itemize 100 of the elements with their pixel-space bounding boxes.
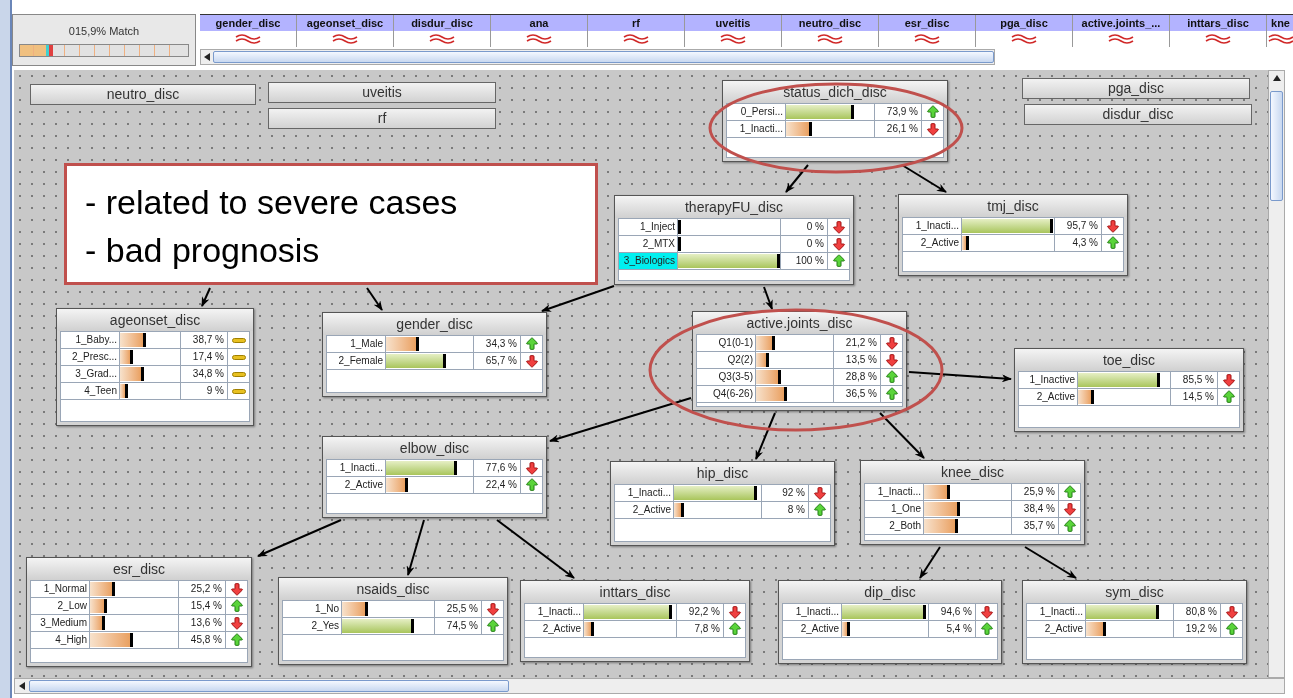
arrow-left-icon[interactable] — [204, 53, 210, 61]
probability-value: 17,4 % — [191, 350, 225, 364]
probability-value: 36,5 % — [844, 387, 878, 401]
node-title: active.joints_disc — [693, 312, 906, 334]
collapsed-node[interactable]: rf — [268, 108, 496, 129]
scrollbar[interactable] — [200, 49, 995, 65]
scrollbar-thumb[interactable] — [29, 680, 509, 692]
arrow — [785, 164, 809, 193]
probability-value: 15,4 % — [189, 599, 223, 613]
probability-value: 8 % — [786, 503, 806, 517]
node-title: ageonset_disc — [57, 309, 253, 331]
column-header[interactable]: active.joints_... — [1073, 15, 1169, 31]
node-card[interactable]: knee_disc 1_Inacti... 25,9 % 1_One 38,4 % 2_Both 35,7 % — [860, 460, 1085, 545]
scrollbar[interactable] — [14, 678, 1285, 694]
arrow — [901, 164, 947, 193]
probability-value: 92,2 % — [687, 605, 721, 619]
node-title: tmj_disc — [899, 195, 1127, 217]
wave-icon — [817, 34, 843, 44]
probability-value: 0 % — [805, 237, 825, 251]
column-header[interactable]: inttars_disc — [1170, 15, 1266, 31]
node-card[interactable]: esr_disc 1_Normal 25,2 % 2_Low 15,4 % 3_Medium 13,6 % 4_High 45,8 % — [26, 557, 252, 667]
probability-value: 9 % — [205, 384, 225, 398]
node-card[interactable]: tmj_disc 1_Inacti... 95,7 % 2_Active 4,3 % — [898, 194, 1128, 276]
node-card[interactable]: elbow_disc 1_Inacti... 77,6 % 2_Active 22,4 % — [322, 436, 547, 518]
probability-value: 7,8 % — [693, 622, 721, 636]
wave-icon — [526, 34, 552, 44]
probability-value: 34,3 % — [484, 337, 518, 351]
column-header[interactable]: gender_disc — [200, 15, 296, 31]
probability-value: 77,6 % — [484, 461, 518, 475]
arrow-up-icon[interactable] — [1272, 75, 1281, 81]
node-title: toe_disc — [1015, 349, 1243, 371]
scrollbar-thumb[interactable] — [213, 51, 994, 63]
wave-icon — [623, 34, 649, 44]
scrollbar[interactable] — [1268, 70, 1285, 678]
arrow-left-icon[interactable] — [19, 682, 25, 690]
node-card[interactable]: gender_disc 1_Male 34,3 % 2_Female 65,7 % — [322, 312, 547, 397]
node-card[interactable]: nsaids_disc 1_No 25,5 % 2_Yes 74,5 % — [278, 577, 508, 665]
probability-value: 28,8 % — [844, 370, 878, 384]
wave-icon — [235, 34, 261, 44]
arrow — [919, 546, 941, 579]
probability-value: 25,9 % — [1022, 485, 1056, 499]
probability-value: 95,7 % — [1065, 219, 1099, 233]
collapsed-node[interactable]: uveitis — [268, 82, 496, 103]
node-title: elbow_disc — [323, 437, 546, 459]
column-header[interactable]: uveitis — [685, 15, 781, 31]
node-title: gender_disc — [323, 313, 546, 335]
column-header[interactable]: kne — [1267, 15, 1293, 31]
scrollbar-thumb[interactable] — [1270, 91, 1283, 201]
node-card[interactable]: dip_disc 1_Inacti... 94,6 % 2_Active 5,4 % — [778, 580, 1002, 664]
wave-icon — [1011, 34, 1037, 44]
callout-text: - bad prognosis — [85, 230, 321, 271]
probability-value: 25,5 % — [445, 602, 479, 616]
column-header[interactable]: pga_disc — [976, 15, 1072, 31]
probability-value: 100 % — [794, 254, 825, 268]
probability-value: 34,8 % — [191, 367, 225, 381]
node-card[interactable]: sym_disc 1_Inacti... 80,8 % 2_Active 19,2 % — [1022, 580, 1247, 664]
node-card[interactable]: toe_disc 1_Inactive 85,5 % 2_Active 14,5 % — [1014, 348, 1244, 432]
node-card[interactable]: ageonset_disc 1_Baby... 38,7 % 2_Presc... 17,4 % 3_Grad... 34,8 % 4_Teen 9 % — [56, 308, 254, 426]
node-card[interactable]: therapyFU_disc 1_Inject 0 % 2_MTX 0 % 3_Biologics 100 % — [614, 195, 854, 285]
column-header[interactable]: rf — [588, 15, 684, 31]
probability-value: 14,5 % — [1181, 390, 1215, 404]
probability-value: 5,4 % — [945, 622, 973, 636]
arrow — [201, 287, 211, 307]
probability-value: 25,2 % — [189, 582, 223, 596]
node-card[interactable]: hip_disc 1_Inacti... 92 % 2_Active 8 % — [610, 461, 835, 546]
probability-value: 0 % — [805, 220, 825, 234]
probability-value: 74,5 % — [445, 619, 479, 633]
probability-value: 80,8 % — [1184, 605, 1218, 619]
probability-value: 85,5 % — [1181, 373, 1215, 387]
node-card[interactable]: inttars_disc 1_Inacti... 92,2 % 2_Active 7,8 % — [520, 580, 750, 662]
column-header[interactable]: ana — [491, 15, 587, 31]
probability-value: 19,2 % — [1184, 622, 1218, 636]
arrow — [879, 412, 925, 459]
collapsed-node[interactable]: disdur_disc — [1024, 104, 1252, 125]
wave-icon — [332, 34, 358, 44]
wave-icon — [720, 34, 746, 44]
probability-value: 13,5 % — [844, 353, 878, 367]
column-header[interactable]: disdur_disc — [394, 15, 490, 31]
arrow — [406, 519, 425, 576]
probability-value: 92 % — [781, 486, 806, 500]
arrow — [755, 412, 776, 460]
probability-value: 35,7 % — [1022, 519, 1056, 533]
wave-icon — [1267, 34, 1293, 44]
arrow — [763, 286, 773, 310]
node-card[interactable]: status_dich_disc 0_Persi... 73,9 % 1_Inacti... 26,1 % — [722, 80, 948, 162]
probability-value: 4,3 % — [1071, 236, 1099, 250]
collapsed-node[interactable]: neutro_disc — [30, 84, 256, 105]
probability-value: 13,6 % — [189, 616, 223, 630]
node-card[interactable]: active.joints_disc Q1(0-1) 21,2 % Q2(2) 13,5 % Q3(3-5) 28,8 % Q4(6-26) 36,5 % — [692, 311, 907, 411]
wave-icon — [1108, 34, 1134, 44]
probability-value: 38,4 % — [1022, 502, 1056, 516]
state-label[interactable]: 3_Biologics — [619, 253, 677, 269]
probability-value: 26,1 % — [885, 122, 919, 136]
column-header[interactable]: neutro_disc — [782, 15, 878, 31]
probability-value: 65,7 % — [484, 354, 518, 368]
collapsed-node[interactable]: pga_disc — [1022, 78, 1250, 99]
node-title: therapyFU_disc — [615, 196, 853, 218]
column-header[interactable]: esr_disc — [879, 15, 975, 31]
column-header[interactable]: ageonset_disc — [297, 15, 393, 31]
probability-value: 38,7 % — [191, 333, 225, 347]
